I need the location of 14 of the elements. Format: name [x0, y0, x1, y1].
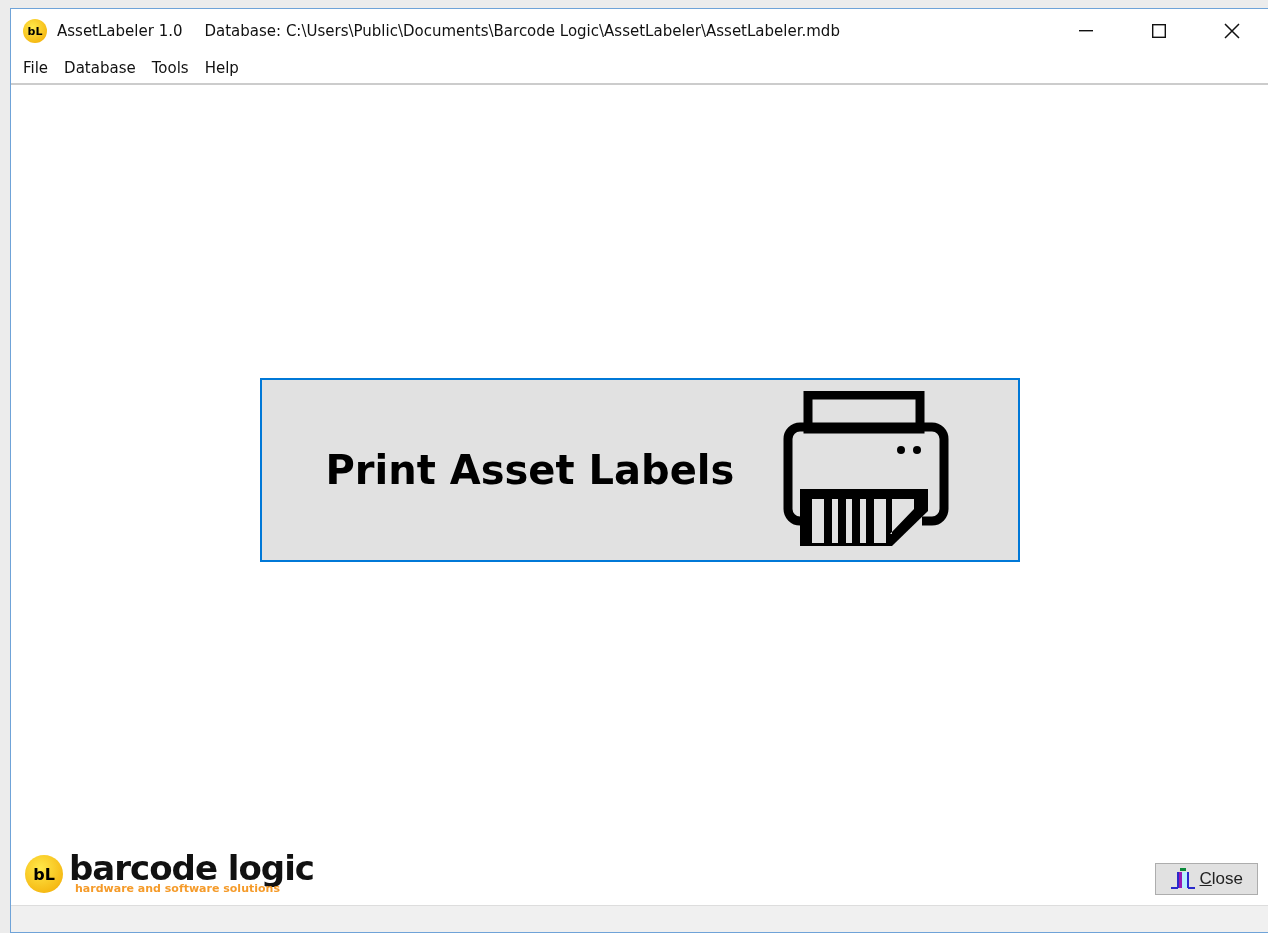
door-icon — [1169, 868, 1196, 890]
maximize-icon[interactable] — [1151, 24, 1166, 38]
app-logo-icon: bL — [23, 19, 47, 43]
minimize-icon[interactable] — [1078, 30, 1093, 32]
close-button[interactable]: Close — [1154, 863, 1258, 895]
menu-item[interactable]: File — [15, 59, 57, 77]
database-path: Database: C:\Users\Public\Documents\Barcode Logic\AssetLabeler\AssetLabeler.mdb — [204, 22, 840, 40]
logo-mark-icon: bL — [25, 855, 63, 893]
menu-item[interactable]: Tools — [143, 59, 197, 77]
print-asset-labels-button[interactable]: Print Asset Labels — [259, 378, 1020, 562]
close-icon[interactable] — [1223, 23, 1240, 39]
menu-item[interactable]: Database — [56, 59, 144, 77]
menu-item[interactable]: Help — [196, 59, 247, 77]
window-title: AssetLabeler 1.0 — [57, 22, 183, 40]
